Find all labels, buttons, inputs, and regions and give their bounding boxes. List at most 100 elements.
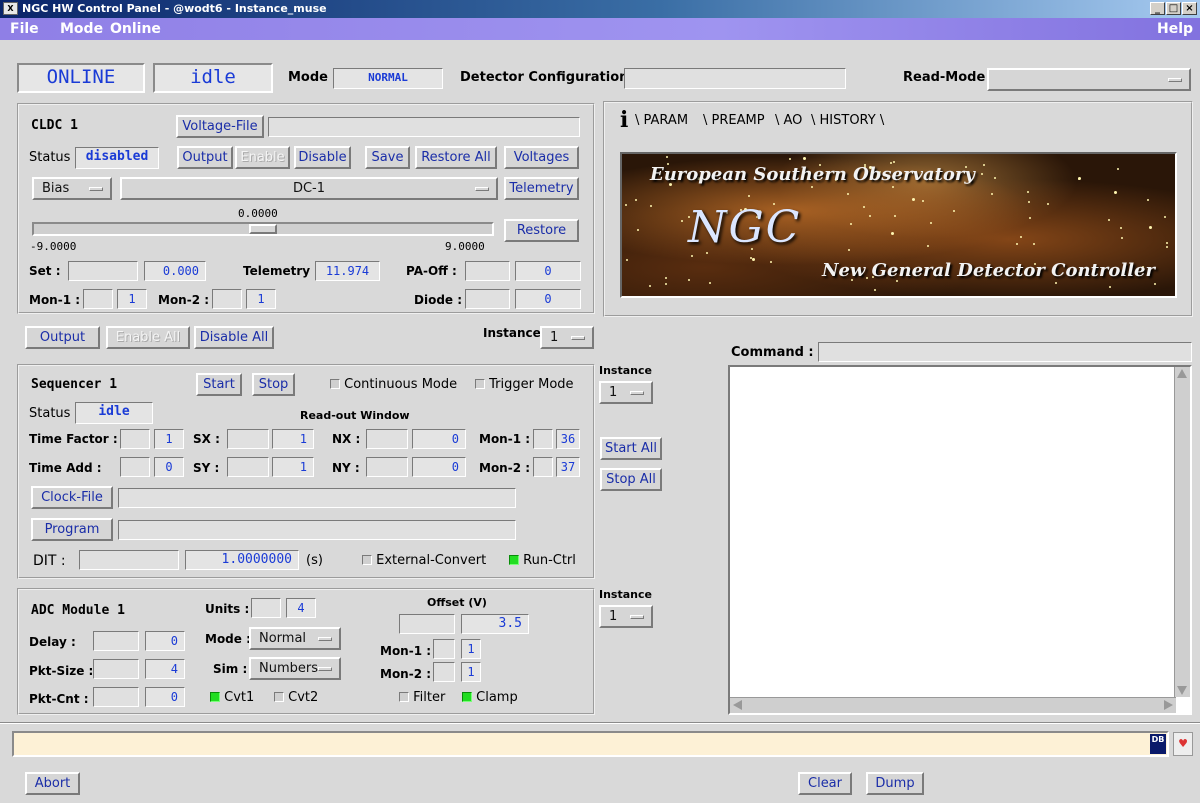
- horizontal-scrollbar[interactable]: [730, 697, 1176, 713]
- bias-select[interactable]: Bias: [32, 177, 112, 200]
- cldc-mon2-value: 1: [246, 289, 276, 309]
- stop-all-button[interactable]: Stop All: [600, 468, 662, 491]
- dit-input[interactable]: [79, 550, 179, 570]
- db-icon[interactable]: DB: [1150, 734, 1166, 754]
- nx-input[interactable]: [366, 429, 408, 449]
- continuous-mode-toggle[interactable]: Continuous Mode: [330, 377, 457, 392]
- cldc-output-button[interactable]: Output: [177, 146, 233, 169]
- cldc-telemetry-button[interactable]: Telemetry: [504, 177, 579, 200]
- close-button[interactable]: ×: [1182, 2, 1197, 15]
- filter-checkbox[interactable]: [399, 692, 409, 702]
- program-button[interactable]: Program: [31, 518, 113, 541]
- clock-file-field[interactable]: [118, 488, 516, 508]
- voltage-slider-handle[interactable]: [249, 224, 277, 234]
- command-input[interactable]: [818, 342, 1192, 362]
- trigger-mode-toggle[interactable]: Trigger Mode: [475, 377, 574, 392]
- time-add-label: Time Add :: [29, 461, 102, 475]
- adc-mon1-input[interactable]: [433, 639, 455, 659]
- units-input[interactable]: [251, 598, 281, 618]
- menu-file[interactable]: File: [10, 18, 39, 40]
- tab-ao[interactable]: \ AO: [775, 111, 802, 131]
- program-field[interactable]: [118, 520, 516, 540]
- adc-instance-select[interactable]: 1: [599, 605, 653, 628]
- time-factor-input[interactable]: [120, 429, 150, 449]
- menu-help[interactable]: Help: [1157, 18, 1193, 40]
- diode-input[interactable]: [465, 289, 510, 309]
- heart-icon[interactable]: ♥: [1173, 732, 1193, 756]
- scroll-right-icon[interactable]: [1164, 700, 1173, 710]
- set-input[interactable]: [68, 261, 138, 281]
- seq-mon1-input[interactable]: [533, 429, 553, 449]
- adc-mode-select[interactable]: Normal: [249, 627, 341, 650]
- cldc-mon2-label: Mon-2 :: [158, 293, 210, 307]
- pa-off-input[interactable]: [465, 261, 510, 281]
- clamp-checkbox[interactable]: [462, 692, 472, 702]
- disable-all-button[interactable]: Disable All: [194, 326, 274, 349]
- abort-button[interactable]: Abort: [25, 772, 80, 795]
- run-ctrl-checkbox[interactable]: [509, 555, 519, 565]
- start-all-button[interactable]: Start All: [600, 437, 662, 460]
- sim-select[interactable]: Numbers: [249, 657, 341, 680]
- menu-mode[interactable]: Mode: [60, 18, 103, 40]
- time-add-input[interactable]: [120, 457, 150, 477]
- seq-instance-select[interactable]: 1: [599, 381, 653, 404]
- adc-mon2-input[interactable]: [433, 662, 455, 682]
- sequencer-start-button[interactable]: Start: [196, 373, 242, 396]
- vertical-scrollbar[interactable]: [1174, 367, 1190, 697]
- tab-preamp[interactable]: \ PREAMP: [703, 111, 765, 131]
- external-convert-checkbox[interactable]: [362, 555, 372, 565]
- scroll-left-icon[interactable]: [733, 700, 742, 710]
- tab-param[interactable]: \ PARAM: [635, 111, 688, 131]
- info-icon[interactable]: i: [620, 109, 628, 131]
- cldc-instance-select[interactable]: 1: [540, 326, 594, 349]
- menu-online[interactable]: Online: [110, 18, 161, 40]
- output-all-button[interactable]: Output: [25, 326, 100, 349]
- minimize-button[interactable]: _: [1150, 2, 1165, 15]
- run-ctrl-toggle[interactable]: Run-Ctrl: [509, 553, 576, 568]
- scroll-up-icon[interactable]: [1177, 369, 1187, 378]
- sequencer-stop-button[interactable]: Stop: [252, 373, 295, 396]
- sy-input[interactable]: [227, 457, 269, 477]
- cldc-save-button[interactable]: Save: [365, 146, 410, 169]
- external-convert-toggle[interactable]: External-Convert: [362, 553, 486, 568]
- cldc-enable-button[interactable]: Enable: [235, 146, 290, 169]
- cvt1-checkbox[interactable]: [210, 692, 220, 702]
- cldc-mon1-input[interactable]: [83, 289, 113, 309]
- dump-button[interactable]: Dump: [866, 772, 924, 795]
- voltage-slider-track[interactable]: [32, 222, 494, 236]
- scroll-down-icon[interactable]: [1177, 686, 1187, 695]
- cldc-restore-all-button[interactable]: Restore All: [415, 146, 497, 169]
- offset-input[interactable]: [399, 614, 455, 634]
- read-mode-select[interactable]: [987, 68, 1191, 91]
- sx-input[interactable]: [227, 429, 269, 449]
- cldc-mon2-input[interactable]: [212, 289, 242, 309]
- maximize-button[interactable]: □: [1166, 2, 1181, 15]
- filter-toggle[interactable]: Filter: [399, 690, 445, 705]
- clock-file-button[interactable]: Clock-File: [31, 486, 113, 509]
- cldc-disable-button[interactable]: Disable: [294, 146, 351, 169]
- ny-input[interactable]: [366, 457, 408, 477]
- cvt2-checkbox[interactable]: [274, 692, 284, 702]
- cldc-restore-button[interactable]: Restore: [504, 219, 579, 242]
- voltage-file-field[interactable]: [268, 117, 580, 137]
- cvt2-toggle[interactable]: Cvt2: [274, 690, 318, 705]
- seq-mon2-input[interactable]: [533, 457, 553, 477]
- clear-button[interactable]: Clear: [798, 772, 852, 795]
- detector-config-field[interactable]: [624, 68, 846, 89]
- delay-input[interactable]: [93, 631, 139, 651]
- voltage-file-button[interactable]: Voltage-File: [176, 115, 264, 138]
- window-title-bar[interactable]: X NGC HW Control Panel - @wodt6 - Instan…: [0, 0, 1200, 18]
- pkt-size-input[interactable]: [93, 659, 139, 679]
- clamp-toggle[interactable]: Clamp: [462, 690, 518, 705]
- trigger-mode-checkbox[interactable]: [475, 379, 485, 389]
- star: [1147, 199, 1149, 201]
- cldc-voltages-button[interactable]: Voltages: [504, 146, 579, 169]
- command-output-area[interactable]: [728, 365, 1192, 715]
- pkt-cnt-input[interactable]: [93, 687, 139, 707]
- channel-select[interactable]: DC-1: [120, 177, 498, 200]
- cvt1-toggle[interactable]: Cvt1: [210, 690, 254, 705]
- continuous-mode-checkbox[interactable]: [330, 379, 340, 389]
- adc-mode-value: Normal: [259, 631, 307, 646]
- tab-history[interactable]: \ HISTORY \: [811, 111, 884, 131]
- enable-all-button[interactable]: Enable All: [106, 326, 190, 349]
